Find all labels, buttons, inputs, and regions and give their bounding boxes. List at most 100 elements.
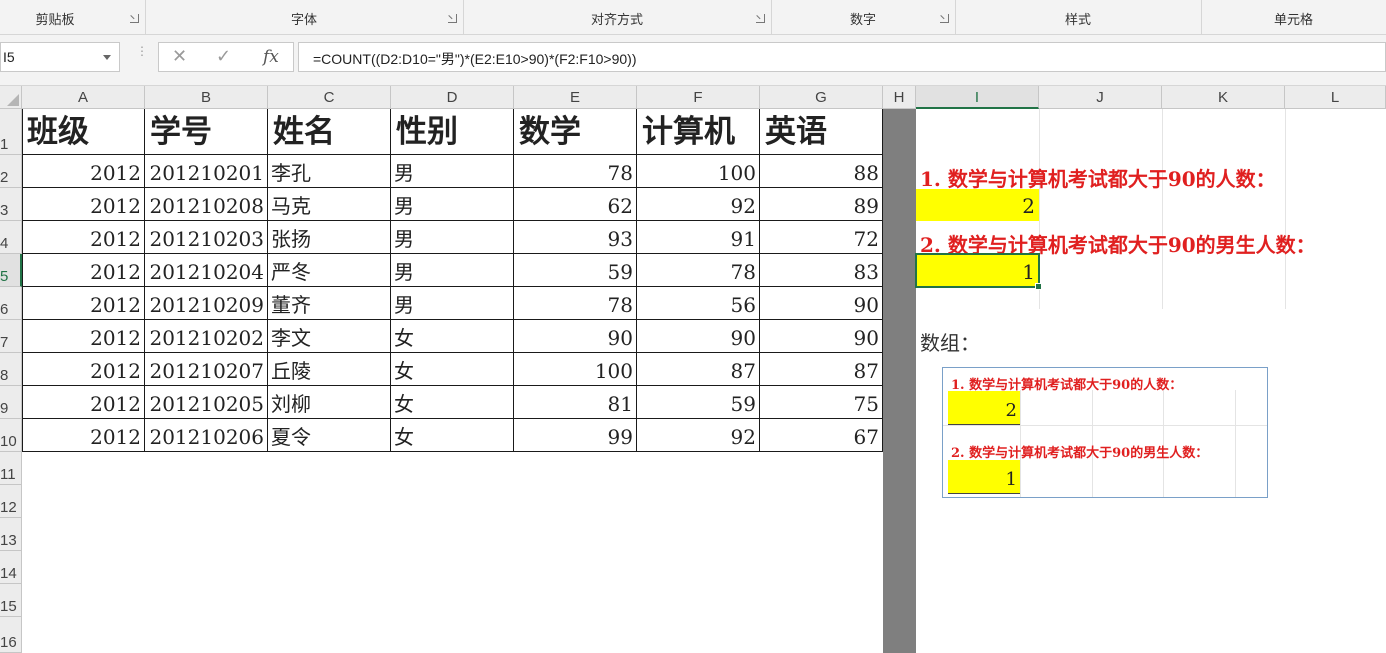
column-header-f[interactable]: F — [637, 86, 760, 109]
table-cell-math[interactable]: 78 — [514, 155, 637, 188]
table-cell-math[interactable]: 93 — [514, 221, 637, 254]
table-cell-math[interactable]: 59 — [514, 254, 637, 287]
table-header-gender[interactable]: 性别 — [391, 109, 514, 155]
table-cell-computer[interactable]: 87 — [637, 353, 760, 386]
row-header-6[interactable]: 6 — [0, 287, 22, 320]
table-cell-class[interactable]: 2012 — [22, 287, 145, 320]
table-cell-computer[interactable]: 92 — [637, 419, 760, 452]
table-cell-english[interactable]: 90 — [760, 320, 883, 353]
active-cell-selection[interactable] — [915, 253, 1042, 290]
row-header-14[interactable]: 14 — [0, 551, 22, 584]
row-header-9[interactable]: 9 — [0, 386, 22, 419]
table-cell-name[interactable]: 严冬 — [268, 254, 391, 287]
worksheet[interactable]: A B C D E F G H I J K L 1 2 3 4 5 6 7 8 … — [0, 86, 1386, 653]
table-cell-student-id[interactable]: 201210209 — [145, 287, 268, 320]
table-cell-gender[interactable]: 男 — [391, 155, 514, 188]
splitter-handle-icon[interactable]: ⋮ — [136, 45, 148, 65]
table-cell-class[interactable]: 2012 — [22, 221, 145, 254]
select-all-button[interactable] — [0, 86, 22, 109]
row-header-1[interactable]: 1 — [0, 109, 22, 155]
table-cell-gender[interactable]: 男 — [391, 254, 514, 287]
table-cell-computer[interactable]: 56 — [637, 287, 760, 320]
table-cell-english[interactable]: 72 — [760, 221, 883, 254]
table-cell-class[interactable]: 2012 — [22, 254, 145, 287]
column-header-l[interactable]: L — [1285, 86, 1386, 109]
table-cell-class[interactable]: 2012 — [22, 353, 145, 386]
table-cell-student-id[interactable]: 201210203 — [145, 221, 268, 254]
row-header-13[interactable]: 13 — [0, 518, 22, 551]
column-header-g[interactable]: G — [760, 86, 883, 109]
table-cell-math[interactable]: 62 — [514, 188, 637, 221]
row-header-12[interactable]: 12 — [0, 485, 22, 518]
table-cell-student-id[interactable]: 201210207 — [145, 353, 268, 386]
table-cell-computer[interactable]: 90 — [637, 320, 760, 353]
table-cell-computer[interactable]: 59 — [637, 386, 760, 419]
alignment-launcher-icon[interactable] — [756, 14, 765, 23]
insert-function-icon[interactable]: fx — [263, 47, 279, 67]
table-header-name[interactable]: 姓名 — [268, 109, 391, 155]
column-header-e[interactable]: E — [514, 86, 637, 109]
clipboard-launcher-icon[interactable] — [130, 14, 139, 23]
table-cell-gender[interactable]: 男 — [391, 287, 514, 320]
table-cell-math[interactable]: 99 — [514, 419, 637, 452]
column-header-i[interactable]: I — [916, 86, 1039, 109]
row-header-4[interactable]: 4 — [0, 221, 22, 254]
table-cell-student-id[interactable]: 201210205 — [145, 386, 268, 419]
table-cell-computer[interactable]: 100 — [637, 155, 760, 188]
row-header-7[interactable]: 7 — [0, 320, 22, 353]
table-cell-computer[interactable]: 92 — [637, 188, 760, 221]
table-cell-english[interactable]: 83 — [760, 254, 883, 287]
column-header-j[interactable]: J — [1039, 86, 1162, 109]
table-cell-class[interactable]: 2012 — [22, 386, 145, 419]
enter-icon[interactable]: ✓ — [216, 46, 231, 67]
table-cell-name[interactable]: 夏令 — [268, 419, 391, 452]
table-cell-english[interactable]: 67 — [760, 419, 883, 452]
column-header-b[interactable]: B — [145, 86, 268, 109]
table-cell-student-id[interactable]: 201210204 — [145, 254, 268, 287]
number-launcher-icon[interactable] — [940, 14, 949, 23]
table-cell-name[interactable]: 李孔 — [268, 155, 391, 188]
table-cell-class[interactable]: 2012 — [22, 320, 145, 353]
table-cell-gender[interactable]: 男 — [391, 188, 514, 221]
table-header-computer[interactable]: 计算机 — [637, 109, 760, 155]
embedded-picture[interactable]: 1. 数学与计算机考试都大于90的人数： 2 2. 数学与计算机考试都大于90的… — [942, 367, 1268, 498]
table-cell-class[interactable]: 2012 — [22, 419, 145, 452]
column-header-a[interactable]: A — [22, 86, 145, 109]
table-cell-name[interactable]: 刘柳 — [268, 386, 391, 419]
table-cell-class[interactable]: 2012 — [22, 188, 145, 221]
row-header-16[interactable]: 16 — [0, 617, 22, 653]
table-cell-gender[interactable]: 男 — [391, 221, 514, 254]
row-header-10[interactable]: 10 — [0, 419, 22, 452]
row-header-11[interactable]: 11 — [0, 452, 22, 485]
table-header-english[interactable]: 英语 — [760, 109, 883, 155]
table-cell-name[interactable]: 马克 — [268, 188, 391, 221]
table-cell-student-id[interactable]: 201210208 — [145, 188, 268, 221]
table-cell-math[interactable]: 100 — [514, 353, 637, 386]
table-cell-gender[interactable]: 女 — [391, 353, 514, 386]
table-cell-computer[interactable]: 91 — [637, 221, 760, 254]
table-cell-english[interactable]: 75 — [760, 386, 883, 419]
row-header-15[interactable]: 15 — [0, 584, 22, 617]
table-cell-math[interactable]: 81 — [514, 386, 637, 419]
font-launcher-icon[interactable] — [448, 14, 457, 23]
table-cell-student-id[interactable]: 201210206 — [145, 419, 268, 452]
formula-input[interactable]: =COUNT((D2:D10="男")*(E2:E10>90)*(F2:F10>… — [298, 42, 1386, 72]
column-header-c[interactable]: C — [268, 86, 391, 109]
column-header-k[interactable]: K — [1162, 86, 1285, 109]
row-header-2[interactable]: 2 — [0, 155, 22, 188]
table-cell-class[interactable]: 2012 — [22, 155, 145, 188]
name-box[interactable]: I5 — [0, 42, 120, 72]
table-cell-gender[interactable]: 女 — [391, 386, 514, 419]
column-header-d[interactable]: D — [391, 86, 514, 109]
table-cell-english[interactable]: 89 — [760, 188, 883, 221]
table-cell-student-id[interactable]: 201210202 — [145, 320, 268, 353]
table-cell-math[interactable]: 78 — [514, 287, 637, 320]
table-cell-name[interactable]: 李文 — [268, 320, 391, 353]
table-cell-computer[interactable]: 78 — [637, 254, 760, 287]
table-cell-name[interactable]: 丘陵 — [268, 353, 391, 386]
table-cell-english[interactable]: 90 — [760, 287, 883, 320]
table-cell-name[interactable]: 董齐 — [268, 287, 391, 320]
table-header-student-id[interactable]: 学号 — [145, 109, 268, 155]
row-header-5[interactable]: 5 — [0, 254, 22, 287]
table-cell-english[interactable]: 87 — [760, 353, 883, 386]
